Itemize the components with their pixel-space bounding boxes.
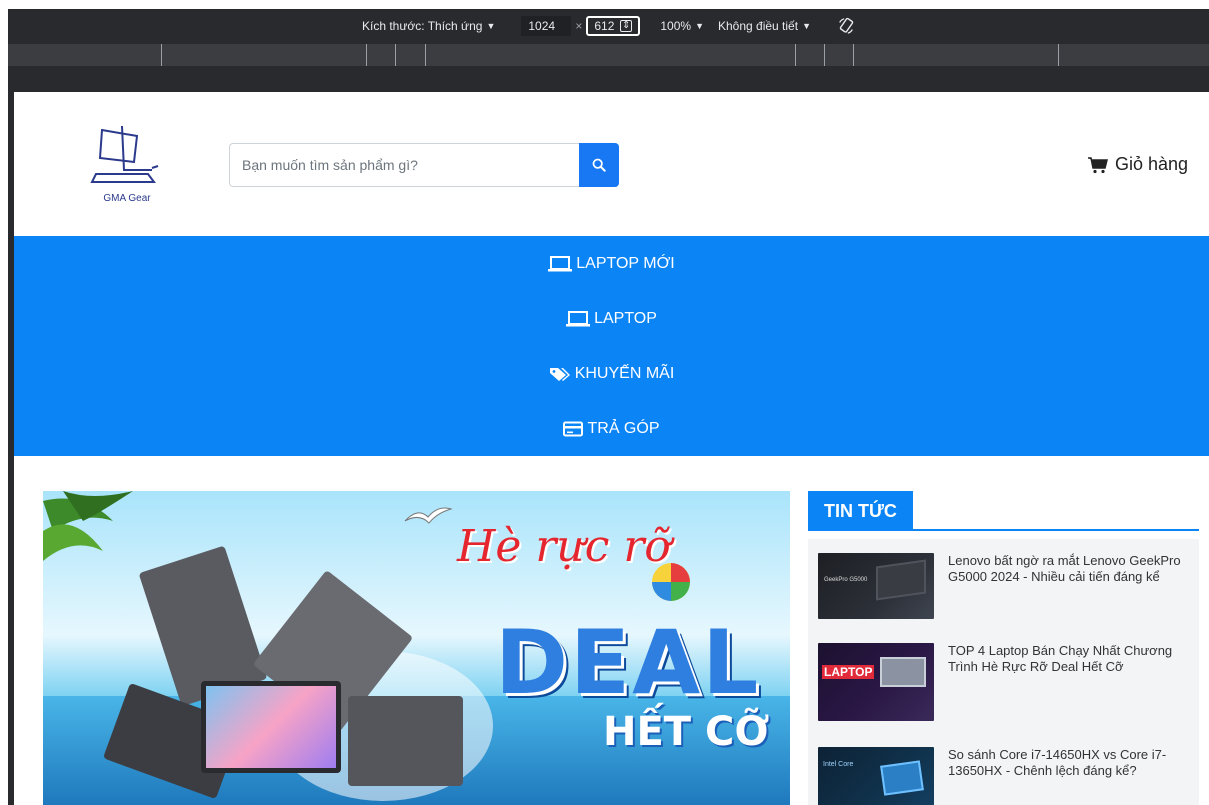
main-nav: LAPTOP MỚI LAPTOP KHUYẾN MÃI TRẢ GÓP <box>14 236 1209 456</box>
search-input[interactable] <box>229 143 579 187</box>
news-item[interactable]: LAPTOP TOP 4 Laptop Bán Chạy Nhất Chương… <box>818 643 1193 723</box>
banner-title: Hè rực rỡ <box>457 521 671 572</box>
emulated-page: GMA Gear Giỏ hàng <box>14 92 1209 805</box>
logo-icon <box>90 125 159 183</box>
news-panel: TIN TỨC GeekPro G5000 Lenovo bất ngờ ra … <box>808 491 1199 805</box>
news-item[interactable]: Intel Core So sánh Core i7-14650HX vs Co… <box>818 747 1193 805</box>
media-query-ruler <box>8 44 1209 66</box>
ruler-tick <box>425 44 426 66</box>
throttle-label: Không điều tiết <box>718 19 799 33</box>
news-header: TIN TỨC <box>808 491 1199 531</box>
news-thumbnail[interactable]: Intel Core <box>818 747 934 805</box>
news-thumbnail[interactable]: GeekPro G5000 <box>818 553 934 619</box>
devtools-gap <box>8 66 1209 92</box>
ruler-tick <box>795 44 796 66</box>
cart-label: Giỏ hàng <box>1114 154 1188 174</box>
rotate-icon[interactable] <box>837 17 855 35</box>
nav-item-label: LAPTOP <box>594 310 657 327</box>
search-button[interactable] <box>579 143 619 187</box>
devtools-controls: Kích thước: Thích ứng ▼ 1024 × 612 ⇕ 100… <box>8 12 1209 40</box>
caret-down-icon: ▼ <box>486 21 496 31</box>
news-thumbnail[interactable]: LAPTOP <box>818 643 934 721</box>
ruler-tick <box>161 44 162 66</box>
cart-link[interactable]: Giỏ hàng <box>1087 154 1188 175</box>
nav-item-label: KHUYẾN MÃI <box>574 365 675 382</box>
height-value: 612 <box>594 19 615 33</box>
bird-icon <box>404 507 453 524</box>
caret-down-icon: ▼ <box>695 21 704 31</box>
thumbnail-chip <box>880 760 924 796</box>
laptop-icon <box>548 256 573 272</box>
nav-item-tra-gop[interactable]: TRẢ GÓP <box>14 417 1209 441</box>
ruler-tick <box>395 44 396 66</box>
thumbnail-laptop <box>880 657 926 687</box>
nav-item-label: TRẢ GÓP <box>587 420 660 437</box>
nav-item-label: LAPTOP MỚI <box>576 255 675 272</box>
ruler-tick <box>824 44 825 66</box>
news-list: GeekPro G5000 Lenovo bất ngờ ra mắt Leno… <box>808 539 1199 805</box>
zoom-dropdown[interactable]: 100% ▼ <box>660 19 704 33</box>
ruler-tick <box>1058 44 1059 66</box>
promo-banner[interactable]: Hè rực rỡ DEAL HẾT CỠ <box>43 491 790 805</box>
thumbnail-label: GeekPro G5000 <box>824 577 868 583</box>
laptop-screen-image <box>201 681 341 773</box>
width-input[interactable]: 1024 <box>521 16 572 36</box>
dimensions-label: Kích thước: Thích ứng <box>362 19 483 33</box>
nav-item-khuyen-mai[interactable]: KHUYẾN MÃI <box>14 362 1209 386</box>
spinner-icon[interactable]: ⇕ <box>619 20 633 32</box>
thumbnail-laptop <box>876 559 926 601</box>
beach-ball-icon <box>652 563 690 601</box>
thumbnail-label: Intel Core <box>823 761 854 768</box>
news-item-title[interactable]: TOP 4 Laptop Bán Chạy Nhất Chương Trình … <box>948 643 1193 675</box>
site-header: GMA Gear Giỏ hàng <box>14 92 1209 236</box>
nav-item-laptop-moi[interactable]: LAPTOP MỚI <box>14 252 1209 276</box>
credit-card-icon <box>563 421 584 437</box>
news-title: TIN TỨC <box>808 491 913 531</box>
devtools-device-toolbar: Kích thước: Thích ứng ▼ 1024 × 612 ⇕ 100… <box>0 0 1209 44</box>
ruler-tick <box>853 44 854 66</box>
search-bar <box>229 143 619 187</box>
search-icon <box>592 158 606 172</box>
caret-down-icon: ▼ <box>802 21 811 31</box>
height-input[interactable]: 612 ⇕ <box>586 16 641 36</box>
logo-text: GMA Gear <box>103 193 151 204</box>
times-separator: × <box>575 19 583 33</box>
ruler-tick <box>366 44 367 66</box>
news-item[interactable]: GeekPro G5000 Lenovo bất ngờ ra mắt Leno… <box>818 553 1193 623</box>
thumbnail-label: LAPTOP <box>822 665 875 679</box>
zoom-label: 100% <box>660 19 692 33</box>
cart-icon <box>1087 156 1108 173</box>
banner-deal-text: DEAL <box>495 611 761 714</box>
laptop-icon <box>566 311 591 327</box>
laptop-image <box>348 696 463 786</box>
nav-item-laptop[interactable]: LAPTOP <box>14 307 1209 331</box>
tags-icon <box>549 368 570 381</box>
throttle-dropdown[interactable]: Không điều tiết ▼ <box>718 19 811 33</box>
news-item-title[interactable]: Lenovo bất ngờ ra mắt Lenovo GeekPro G50… <box>948 553 1193 585</box>
site-logo[interactable]: GMA Gear <box>82 122 172 204</box>
dimensions-dropdown[interactable]: Kích thước: Thích ứng ▼ <box>362 19 495 33</box>
news-item-title[interactable]: So sánh Core i7-14650HX vs Core i7-13650… <box>948 747 1193 779</box>
banner-subtitle: HẾT CỠ <box>603 709 770 755</box>
